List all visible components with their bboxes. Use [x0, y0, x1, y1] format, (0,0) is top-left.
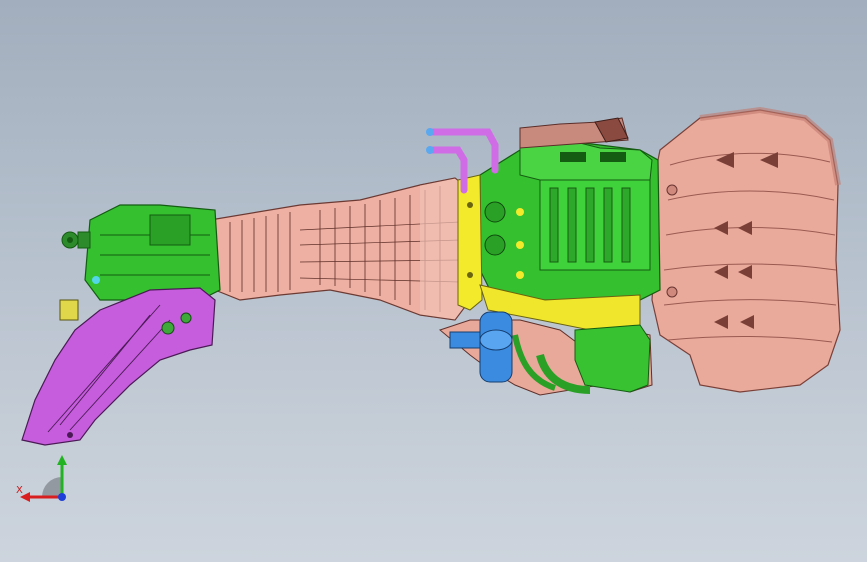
magenta-bracket[interactable]: [21, 287, 216, 446]
heat-shield[interactable]: [649, 106, 841, 393]
engine-transmission-assembly[interactable]: [0, 0, 867, 562]
x-axis-label: X: [16, 485, 23, 496]
intake-throttle[interactable]: [519, 117, 629, 149]
coordinate-triad: X: [12, 455, 82, 515]
transmission-housing[interactable]: [209, 177, 471, 321]
engine-block[interactable]: [479, 137, 661, 301]
graphics-viewport[interactable]: X: [0, 0, 867, 562]
